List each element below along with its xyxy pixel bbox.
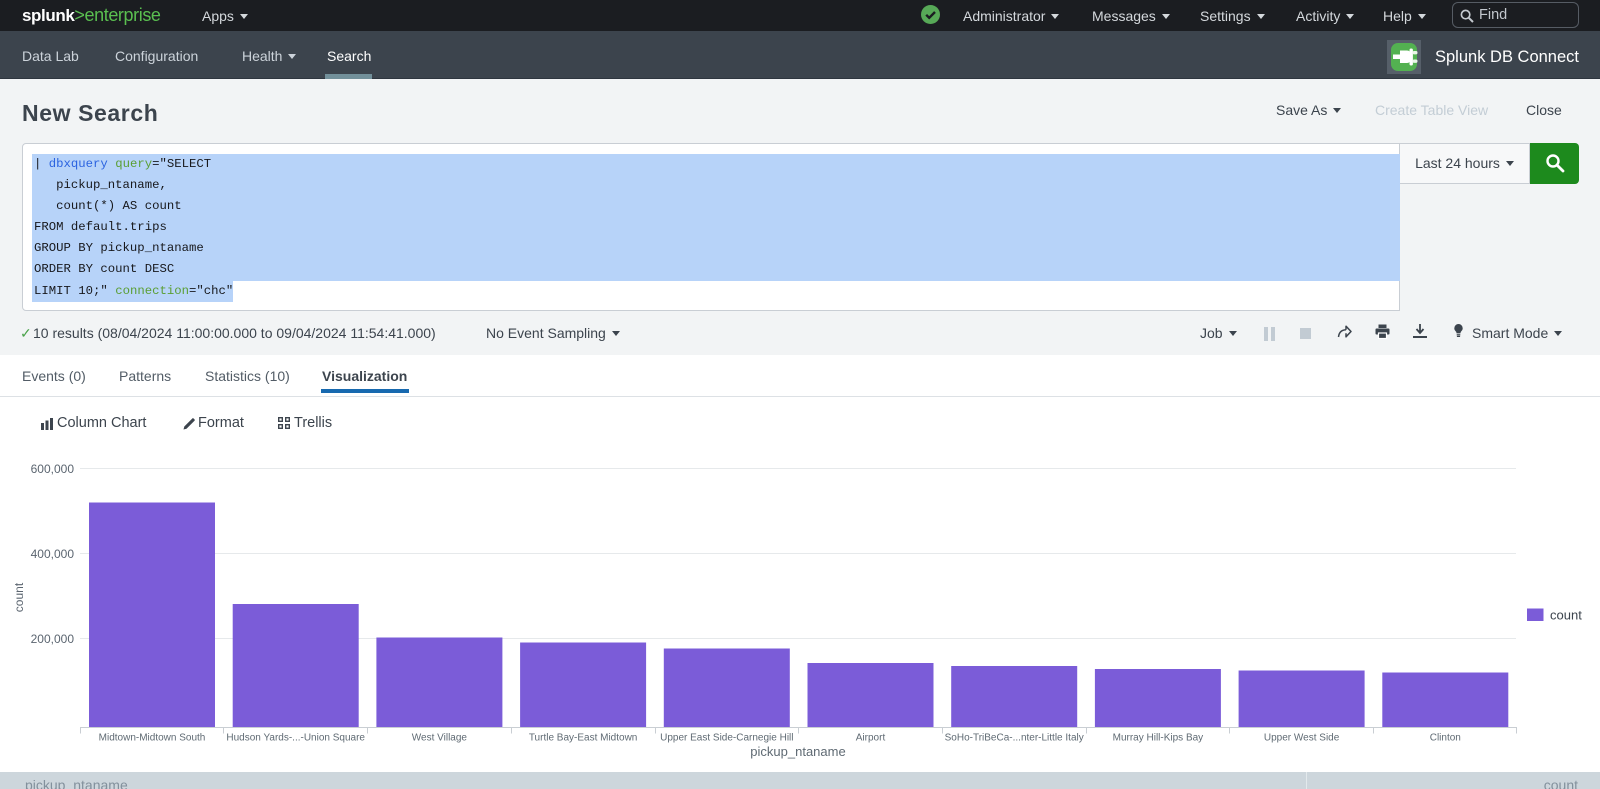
svg-text:Midtown-Midtown South: Midtown-Midtown South <box>99 733 206 744</box>
svg-text:Upper West Side: Upper West Side <box>1264 733 1340 744</box>
svg-text:Clinton: Clinton <box>1430 733 1461 744</box>
svg-text:400,000: 400,000 <box>31 547 75 561</box>
svg-text:count: count <box>1550 608 1582 623</box>
svg-text:Murray Hill-Kips Bay: Murray Hill-Kips Bay <box>1113 733 1204 744</box>
svg-text:pickup_ntaname: pickup_ntaname <box>750 744 845 759</box>
svg-text:Turtle Bay-East Midtown: Turtle Bay-East Midtown <box>529 733 638 744</box>
svg-text:600,000: 600,000 <box>31 462 75 476</box>
svg-text:count: count <box>12 582 26 612</box>
svg-text:Upper East Side-Carnegie Hill: Upper East Side-Carnegie Hill <box>660 733 793 744</box>
svg-text:200,000: 200,000 <box>31 632 75 646</box>
svg-text:West Village: West Village <box>412 733 468 744</box>
svg-text:SoHo-TriBeCa-...nter-Little It: SoHo-TriBeCa-...nter-Little Italy <box>945 733 1084 744</box>
svg-text:Airport: Airport <box>856 733 886 744</box>
svg-text:Hudson Yards-...-Union Square: Hudson Yards-...-Union Square <box>226 733 365 744</box>
